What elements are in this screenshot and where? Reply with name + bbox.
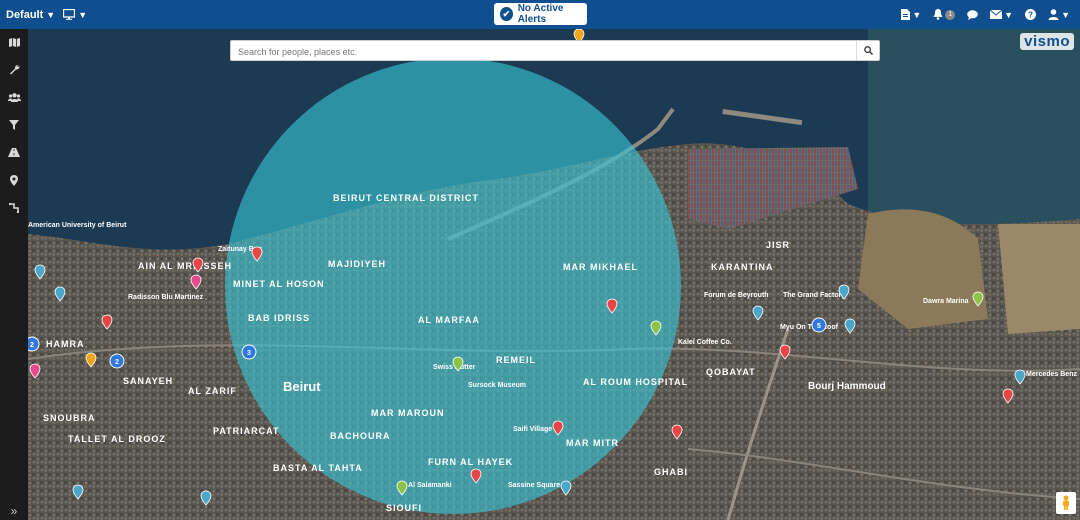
map-view[interactable]: American University of Beirut AIN AL MRE…	[28, 29, 1080, 520]
map-label: Beirut	[283, 379, 321, 394]
display-dropdown[interactable]: ▼	[63, 9, 87, 20]
map-label: BASTA AL TAHTA	[273, 463, 363, 473]
road-icon	[8, 147, 20, 157]
pegman-icon	[1063, 495, 1069, 510]
wrench-icon	[9, 64, 20, 74]
sidebar-expand-button[interactable]: »	[0, 502, 28, 520]
earthworks-area-right	[998, 224, 1080, 334]
map-label: Bourj Hammoud	[808, 381, 886, 392]
map-label: REMEIL	[496, 355, 536, 365]
monitor-icon	[63, 9, 76, 20]
map-label: Myu On The Roof	[780, 324, 839, 331]
messages-dropdown[interactable]: ▼	[990, 10, 1013, 20]
cluster-count: 3	[247, 350, 251, 357]
search-button[interactable]	[856, 41, 879, 60]
map-label: PATRIARCAT	[213, 426, 280, 436]
top-navigation-bar: Default ▼ ▼ ✔ No Active Alerts ▼ 1 ▼ ? ▼	[0, 0, 1080, 29]
help-button[interactable]: ?	[1025, 9, 1037, 20]
top-bar-right: ▼ 1 ▼ ? ▼	[901, 0, 1070, 29]
chat-bubble-icon	[967, 9, 978, 20]
map-label: MAJIDIYEH	[328, 259, 386, 269]
chevron-down-icon: ▼	[78, 9, 88, 20]
map-label: MAR MIKHAEL	[563, 262, 638, 272]
map-label: FURN AL HAYEK	[428, 457, 513, 467]
vismo-logo: vismo	[1020, 33, 1074, 50]
search-input[interactable]	[231, 41, 860, 62]
map-label: Forum de Beyrouth	[704, 292, 769, 299]
search-bar	[230, 40, 880, 62]
map-label: Kalei Coffee Co.	[678, 339, 732, 346]
map-label: AL ROUM HOSPITAL	[583, 377, 688, 387]
bell-icon	[933, 9, 943, 20]
map-label: KARANTINA	[711, 262, 774, 272]
route-icon	[9, 203, 19, 213]
map-label: The Grand Factory	[783, 292, 845, 299]
map-label: Radisson Blu Martinez	[128, 294, 204, 301]
map-label: MAR MAROUN	[371, 408, 445, 418]
location-pin-icon	[10, 174, 18, 186]
map-label: Sassine Square	[508, 482, 560, 489]
help-circle-icon: ?	[1025, 9, 1037, 20]
workspace-label: Default	[6, 8, 44, 21]
map-label: SIOUFI	[386, 503, 422, 513]
user-icon	[1048, 9, 1059, 20]
chevron-down-icon: ▼	[46, 9, 56, 20]
sidebar-item-road[interactable]	[0, 143, 28, 161]
alert-status-label: No Active Alerts	[517, 3, 564, 25]
chat-button[interactable]	[967, 9, 978, 20]
workspace-dropdown[interactable]: Default ▼	[6, 9, 55, 21]
sidebar-item-routes[interactable]	[0, 199, 28, 217]
map-label: SANAYEH	[123, 376, 173, 386]
map-label: SNOUBRA	[43, 413, 96, 423]
envelope-icon	[990, 10, 1003, 19]
cluster-count: 5	[817, 323, 821, 330]
map-label: AL MARFAA	[418, 315, 480, 325]
sidebar-item-map[interactable]	[0, 33, 28, 51]
search-icon	[863, 46, 873, 55]
report-dropdown[interactable]: ▼	[901, 9, 921, 20]
notification-count-badge: 1	[945, 9, 956, 20]
street-view-pegman[interactable]	[1056, 492, 1076, 514]
map-label: AIN AL MREISSEH	[138, 261, 232, 271]
map-icon	[8, 37, 20, 47]
map-label: Sursock Museum	[468, 382, 526, 389]
left-sidebar: »	[0, 29, 28, 520]
map-label: Saifi Village	[513, 426, 552, 433]
chevron-down-icon: ▼	[1061, 9, 1070, 20]
map-label: MINET AL HOSON	[233, 279, 325, 289]
map-label: QOBAYAT	[706, 367, 756, 377]
sidebar-item-tools[interactable]	[0, 60, 28, 78]
chevron-down-icon: ▼	[1004, 9, 1014, 20]
map-label: TALLET AL DROOZ	[68, 434, 166, 444]
map-label: Dawra Marina	[923, 298, 969, 305]
cluster-count: 2	[115, 359, 119, 366]
map-label: BAB IDRISS	[248, 313, 310, 323]
check-circle-icon: ✔	[500, 7, 513, 21]
svg-text:?: ?	[1028, 11, 1033, 20]
map-label: MAR MITR	[566, 438, 619, 448]
user-menu-dropdown[interactable]: ▼	[1048, 9, 1070, 20]
chevron-down-icon: ▼	[912, 9, 922, 20]
map-label: BACHOURA	[330, 431, 391, 441]
sidebar-item-locations[interactable]	[0, 171, 28, 189]
sidebar-item-filter[interactable]	[0, 116, 28, 134]
top-bar-left: Default ▼ ▼	[6, 0, 87, 29]
notifications-button[interactable]: 1	[933, 9, 956, 20]
map-label: AL ZARIF	[188, 386, 237, 396]
map-label: HAMRA	[46, 339, 85, 349]
map-label: GHABI	[654, 467, 688, 477]
map-label: Al Salamanki	[408, 482, 452, 489]
satellite-map[interactable]: American University of Beirut AIN AL MRE…	[28, 29, 1080, 520]
map-label: American University of Beirut	[28, 222, 127, 229]
cluster-count: 2	[30, 342, 34, 349]
filter-icon	[9, 120, 19, 130]
map-label: Mercedes Benz	[1026, 371, 1077, 378]
map-label: JISR	[766, 240, 790, 250]
sidebar-item-people[interactable]	[0, 88, 28, 106]
people-icon	[7, 92, 21, 102]
map-label: BEIRUT CENTRAL DISTRICT	[333, 193, 479, 203]
document-icon	[901, 9, 911, 20]
double-chevron-right-icon: »	[10, 504, 18, 518]
active-alerts-button[interactable]: ✔ No Active Alerts	[494, 3, 587, 25]
